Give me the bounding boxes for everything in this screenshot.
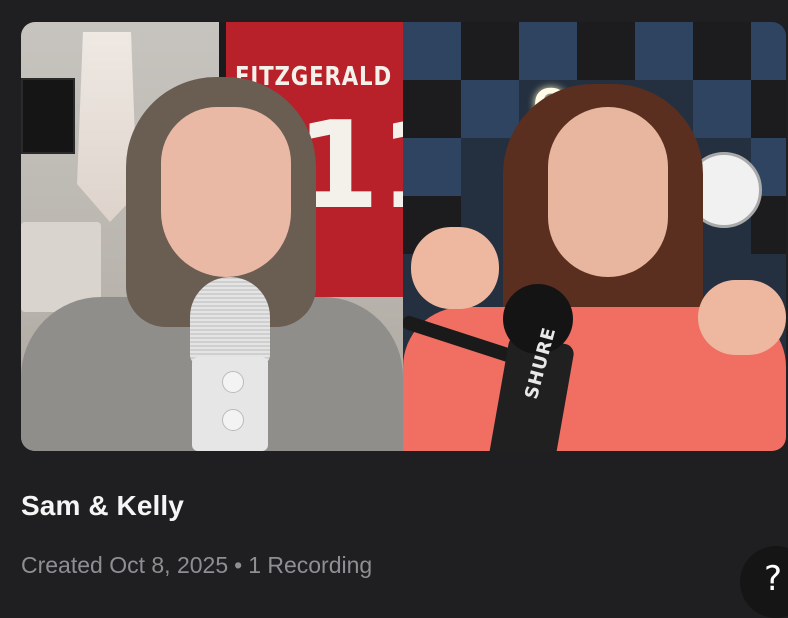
acoustic-panel [519, 22, 577, 80]
wall-plaque [21, 78, 75, 154]
acoustic-panel [461, 80, 519, 138]
recording-meta: Created Oct 8, 2025 • 1 Recording [21, 552, 372, 579]
person-face [548, 107, 668, 277]
acoustic-panel [461, 22, 519, 80]
person-face [161, 107, 291, 277]
recording-thumbnail[interactable]: FITZGERALD 11 [21, 22, 786, 451]
participant-video-kelly: O SHURE [403, 22, 786, 451]
question-mark-icon: ? [764, 559, 783, 599]
acoustic-panel [751, 80, 786, 138]
acoustic-panel [403, 138, 461, 196]
recording-title[interactable]: Sam & Kelly [21, 490, 184, 522]
white-microphone [186, 277, 274, 451]
created-date: Created Oct 8, 2025 [21, 552, 229, 578]
acoustic-panel [577, 22, 635, 80]
acoustic-panel [403, 80, 461, 138]
person-hand [698, 280, 786, 355]
acoustic-panel [693, 22, 751, 80]
acoustic-panel [635, 22, 693, 80]
participant-video-sam: FITZGERALD 11 [21, 22, 403, 451]
meta-separator: • [234, 552, 243, 578]
acoustic-panel [751, 22, 786, 80]
recording-count: 1 Recording [248, 552, 373, 578]
acoustic-panel [693, 80, 751, 138]
acoustic-panel [403, 22, 461, 80]
black-microphone: SHURE [403, 284, 576, 451]
recording-card[interactable]: FITZGERALD 11 [0, 0, 788, 604]
